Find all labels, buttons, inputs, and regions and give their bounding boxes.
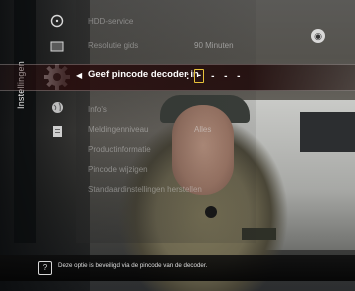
pincode-digit-1[interactable]: - xyxy=(194,69,205,83)
menu-item-infos[interactable]: Info's xyxy=(88,102,107,118)
globe-icon[interactable] xyxy=(46,96,68,118)
document-icon[interactable] xyxy=(46,120,68,142)
menu-item-resolutie-gids-value: 90 Minuten xyxy=(194,41,234,50)
chevron-left-icon: ◀ xyxy=(76,71,83,80)
help-icon: ? xyxy=(38,261,52,275)
pincode-digit-3[interactable]: - xyxy=(221,71,230,82)
help-text: Deze optie is beveiligd via de pincode v… xyxy=(58,262,208,269)
menu-item-meldingenniveau-value: Alles xyxy=(194,125,212,134)
pincode-digit-4[interactable]: - xyxy=(234,71,243,82)
pincode-separator: : xyxy=(186,70,190,82)
background-van-window xyxy=(300,112,355,152)
menu-item-hdd-service[interactable]: HDD-service xyxy=(88,14,133,30)
clock-icon[interactable] xyxy=(46,10,68,32)
pincode-digit-2[interactable]: - xyxy=(208,71,217,82)
tv-screen-icon[interactable] xyxy=(46,36,68,58)
menu-item-productinformatie[interactable]: Productinformatie xyxy=(88,142,151,158)
menu-item-standaardinstellingen[interactable]: Standaardinstellingen herstellen xyxy=(88,182,202,198)
menu-item-resolutie-gids[interactable]: Resolutie gids xyxy=(88,38,138,54)
menu-item-meldingenniveau[interactable]: Meldingenniveau xyxy=(88,122,149,138)
selected-item-label: Geef pincode decoder in xyxy=(88,69,199,80)
menu-item-pincode-wijzigen[interactable]: Pincode wijzigen xyxy=(88,162,148,178)
menu-icon-column xyxy=(44,0,70,243)
target-icon: ◉ xyxy=(311,29,325,43)
pincode-input[interactable]: : - - - - xyxy=(186,69,247,83)
